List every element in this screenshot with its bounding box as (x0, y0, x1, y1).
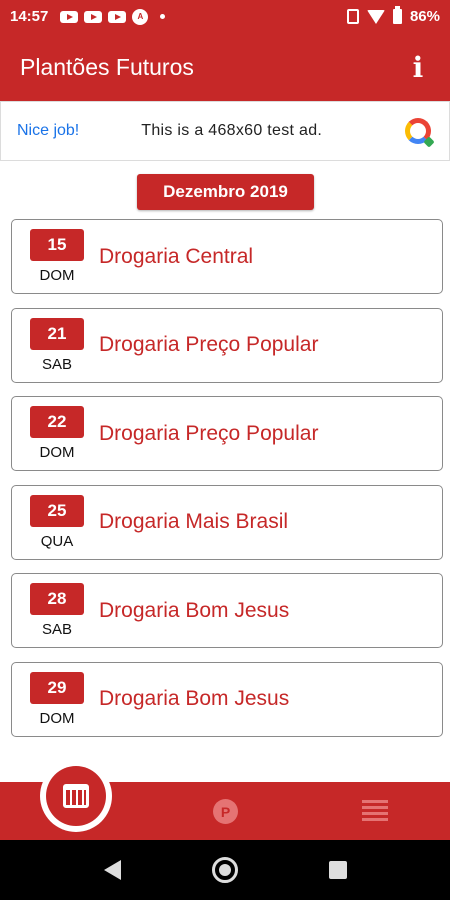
date-box: 21 SAB (30, 317, 84, 373)
day-number: 28 (30, 583, 84, 615)
ad-nice-job-label: Nice job! (17, 122, 80, 139)
day-number: 15 (30, 229, 84, 261)
vibrate-icon (346, 9, 359, 24)
battery-icon (392, 6, 402, 24)
date-box: 22 DOM (30, 406, 84, 461)
weekday-label: SAB (41, 621, 72, 638)
ad-text: This is a 468x60 test ad. (141, 122, 323, 139)
status-bar: 14:57 A 86% (0, 0, 450, 33)
accessibility-icon: A (132, 8, 149, 25)
pharmacy-name: Drogaria Mais Brasil (99, 510, 289, 533)
date-box: 28 SAB (30, 583, 84, 638)
weekday-label: QUA (40, 532, 74, 550)
back-icon[interactable] (104, 860, 121, 880)
pharmacy-name: Drogaria Preço Popular (99, 333, 319, 356)
list-item[interactable]: 25 QUA Drogaria Mais Brasil (11, 484, 443, 560)
date-box: 25 QUA (30, 494, 84, 550)
list-item[interactable]: 15 DOM Drogaria Central (11, 219, 443, 294)
battery-level: 86% (409, 8, 440, 25)
day-number: 25 (30, 494, 84, 527)
month-header: Dezembro 2019 (137, 174, 314, 210)
weekday-label: SAB (41, 355, 72, 373)
status-right: 86% (346, 6, 440, 25)
pharmacy-tab-button[interactable]: P (213, 799, 238, 824)
bottom-nav: P (0, 760, 450, 840)
list-tab-button[interactable] (362, 800, 388, 822)
youtube-icon (60, 10, 79, 23)
list-item[interactable]: 28 SAB Drogaria Bom Jesus (11, 573, 443, 648)
youtube-icon (84, 10, 103, 23)
weekday-label: DOM (39, 444, 75, 461)
day-number: 21 (30, 317, 84, 350)
list-item[interactable]: 29 DOM Drogaria Bom Jesus (11, 661, 443, 737)
calendar-tab-button[interactable] (46, 766, 106, 826)
recent-apps-icon[interactable] (329, 861, 347, 879)
ad-banner[interactable]: Nice job! This is a 468x60 test ad. (0, 101, 450, 161)
system-nav-bar (0, 840, 450, 900)
page-title: Plantões Futuros (20, 53, 194, 80)
app-bar: Plantões Futuros i (0, 33, 450, 101)
day-number: 29 (30, 671, 84, 704)
notification-icons: A (60, 8, 166, 25)
pharmacy-name: Drogaria Bom Jesus (99, 687, 290, 710)
shift-list: 15 DOM Drogaria Central 21 SAB Drogaria … (11, 219, 443, 750)
date-box: 29 DOM (30, 671, 84, 727)
calendar-icon (63, 784, 89, 808)
list-item[interactable]: 21 SAB Drogaria Preço Popular (11, 307, 443, 383)
list-item[interactable]: 22 DOM Drogaria Preço Popular (11, 396, 443, 471)
day-number: 22 (30, 406, 84, 438)
home-icon[interactable] (212, 857, 238, 883)
more-notifications-dot-icon (160, 14, 166, 19)
pharmacy-name: Drogaria Preço Popular (99, 421, 319, 445)
youtube-icon (108, 10, 127, 23)
status-time: 14:57 (10, 8, 49, 25)
wifi-icon (366, 9, 385, 24)
info-icon[interactable]: i (406, 51, 430, 84)
weekday-label: DOM (39, 267, 75, 284)
pharmacy-name: Drogaria Central (99, 244, 254, 268)
date-box: 15 DOM (30, 229, 84, 284)
pharmacy-name: Drogaria Bom Jesus (99, 598, 290, 622)
ad-choices-icon[interactable] (403, 116, 435, 148)
weekday-label: DOM (39, 709, 75, 727)
